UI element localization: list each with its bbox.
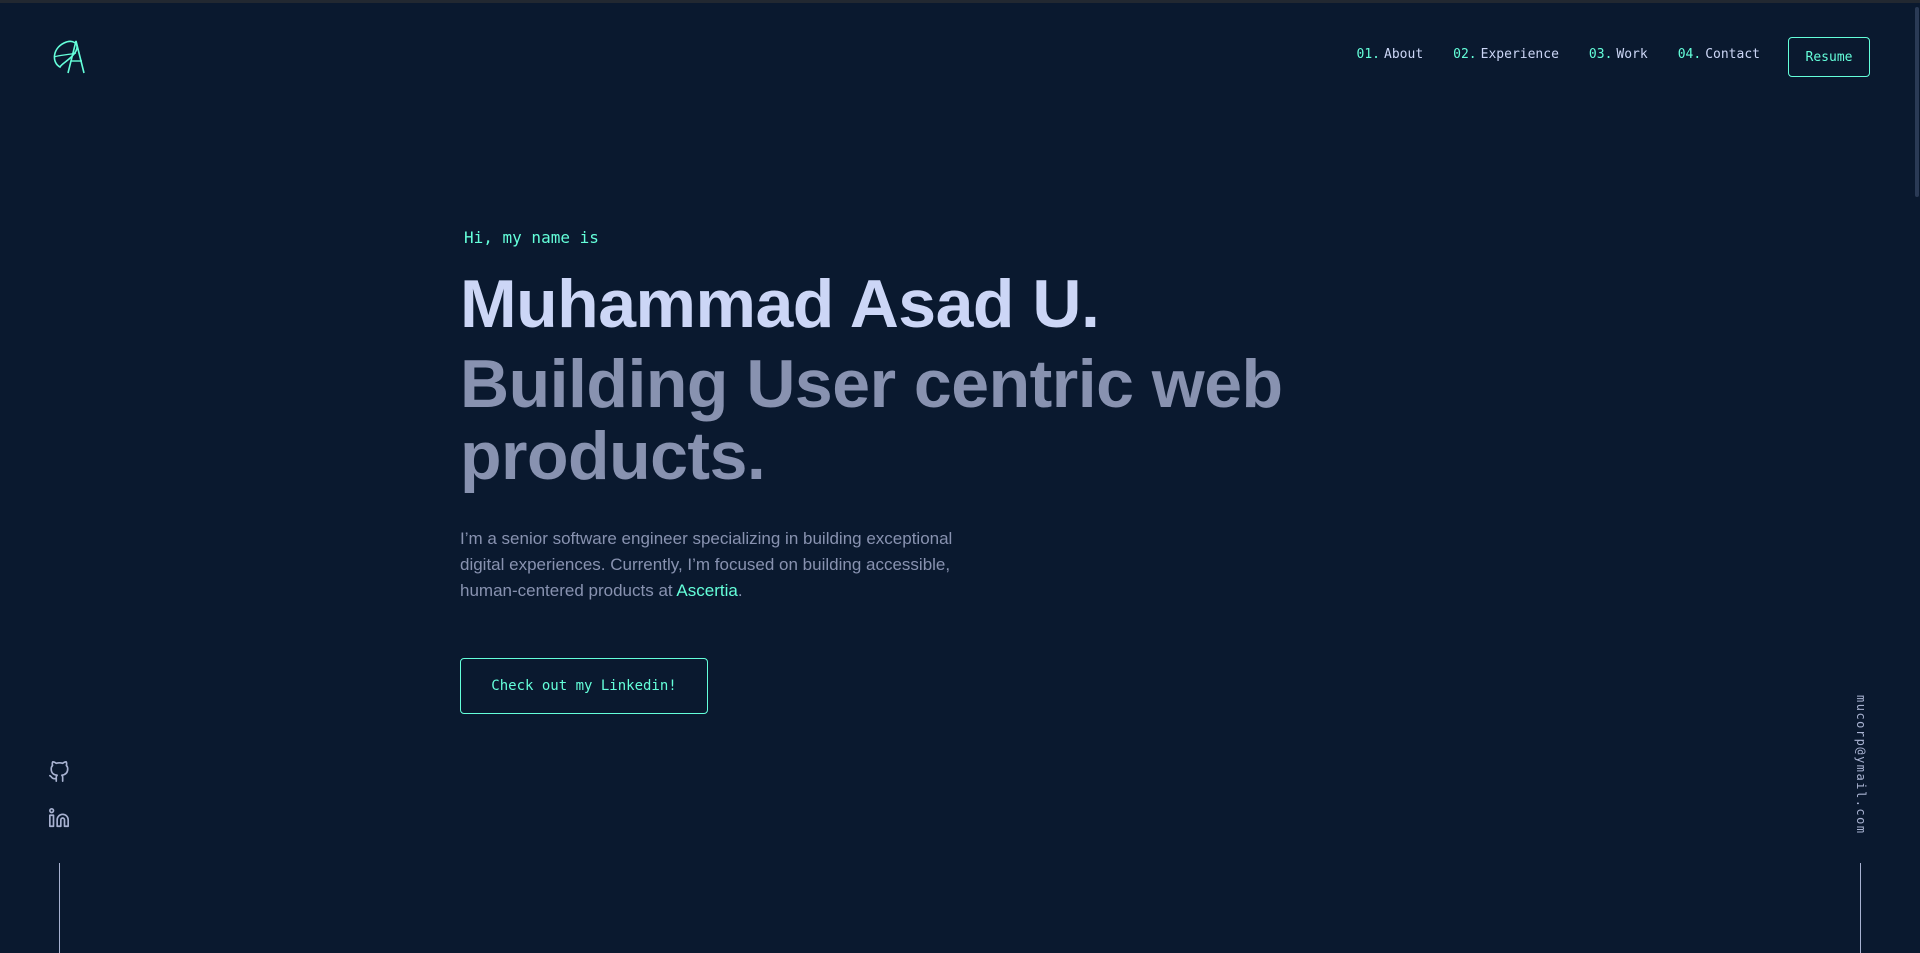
github-icon[interactable]: [48, 761, 70, 783]
nav-item-experience[interactable]: 02. Experience: [1453, 47, 1559, 62]
logo-icon: [53, 40, 85, 74]
nav-item-contact[interactable]: 04. Contact: [1678, 47, 1760, 62]
bio-suffix: .: [737, 580, 743, 600]
linkedin-cta-button[interactable]: Check out my Linkedin!: [460, 657, 708, 714]
resume-button[interactable]: Resume: [1788, 37, 1870, 77]
logo[interactable]: [46, 33, 94, 81]
nav-label: Experience: [1480, 47, 1559, 62]
nav-label: Work: [1616, 47, 1648, 62]
nav-number: 02.: [1453, 47, 1477, 62]
hero-tagline: Building User centric web products.: [460, 346, 1283, 494]
social-links: [48, 761, 72, 853]
greeting: Hi, my name is: [464, 228, 599, 247]
left-divider-line: [59, 863, 60, 953]
company-link[interactable]: Ascertia: [676, 581, 737, 600]
right-divider-line: [1860, 863, 1861, 953]
nav-number: 01.: [1356, 47, 1381, 62]
nav-number: 04.: [1677, 47, 1702, 62]
email-link[interactable]: mucorp@ymail.com: [1854, 695, 1868, 835]
main-nav: 01. About 02. Experience 03. Work 04. Contac…: [1357, 47, 1760, 62]
scrollbar-thumb[interactable]: [1915, 7, 1919, 197]
scrollbar[interactable]: [1912, 3, 1920, 953]
hero-name: Muhammad Asad U.: [460, 266, 1100, 342]
nav-label: Contact: [1705, 47, 1760, 62]
nav-item-work[interactable]: 03. Work: [1589, 47, 1648, 62]
hero-section: Hi, my name is Muhammad Asad U. Building…: [460, 228, 1360, 714]
linkedin-icon[interactable]: [48, 807, 70, 829]
nav-item-about[interactable]: 01. About: [1357, 47, 1424, 62]
nav-label: About: [1384, 47, 1424, 62]
hero-bio: I’m a senior software engineer specializ…: [460, 526, 980, 604]
nav-number: 03.: [1588, 47, 1613, 62]
